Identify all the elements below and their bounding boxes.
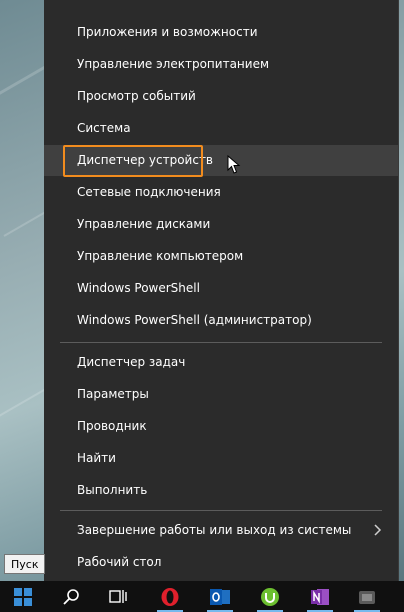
menu-item-desktop[interactable]: Рабочий стол — [44, 547, 398, 578]
outlook-icon — [210, 588, 230, 605]
menu-separator — [60, 342, 382, 343]
search-button[interactable] — [52, 581, 90, 612]
app-icon — [359, 590, 375, 604]
menu-item-shutdown-signout[interactable]: Завершение работы или выход из системы — [44, 515, 398, 546]
taskbar-onenote[interactable] — [301, 581, 339, 612]
menu-item-computer-management[interactable]: Управление компьютером — [44, 241, 398, 272]
menu-item-settings[interactable]: Параметры — [44, 379, 398, 410]
menu-item-explorer[interactable]: Проводник — [44, 411, 398, 442]
menu-item-powershell[interactable]: Windows PowerShell — [44, 273, 398, 304]
taskbar — [0, 581, 404, 612]
start-tooltip: Пуск — [4, 554, 46, 574]
chevron-right-icon — [374, 524, 382, 536]
menu-item-power-options[interactable]: Управление электропитанием — [44, 49, 398, 80]
opera-icon — [161, 587, 179, 606]
menu-item-task-manager[interactable]: Диспетчер задач — [44, 347, 398, 378]
winx-context-menu: Приложения и возможности Управление элек… — [44, 0, 399, 581]
menu-item-network-connections[interactable]: Сетевые подключения — [44, 177, 398, 208]
utorrent-icon — [261, 587, 279, 606]
menu-item-run[interactable]: Выполнить — [44, 475, 398, 506]
menu-item-system[interactable]: Система — [44, 113, 398, 144]
menu-item-powershell-admin[interactable]: Windows PowerShell (администратор) — [44, 305, 398, 336]
task-view-button[interactable] — [99, 581, 137, 612]
taskbar-outlook[interactable] — [201, 581, 239, 612]
orange-highlight-box — [63, 145, 203, 177]
start-button[interactable] — [4, 581, 42, 612]
menu-item-event-viewer[interactable]: Просмотр событий — [44, 81, 398, 112]
taskbar-utorrent[interactable] — [251, 581, 289, 612]
onenote-icon — [311, 588, 329, 605]
menu-item-apps-features[interactable]: Приложения и возможности — [44, 17, 398, 48]
menu-separator — [60, 510, 382, 511]
taskbar-opera[interactable] — [151, 581, 189, 612]
search-icon — [63, 588, 79, 605]
windows-start-icon — [14, 587, 32, 606]
menu-item-search[interactable]: Найти — [44, 443, 398, 474]
menu-item-disk-management[interactable]: Управление дисками — [44, 209, 398, 240]
mouse-cursor-icon — [227, 155, 241, 174]
task-view-icon — [109, 589, 127, 603]
taskbar-app[interactable] — [348, 581, 386, 612]
